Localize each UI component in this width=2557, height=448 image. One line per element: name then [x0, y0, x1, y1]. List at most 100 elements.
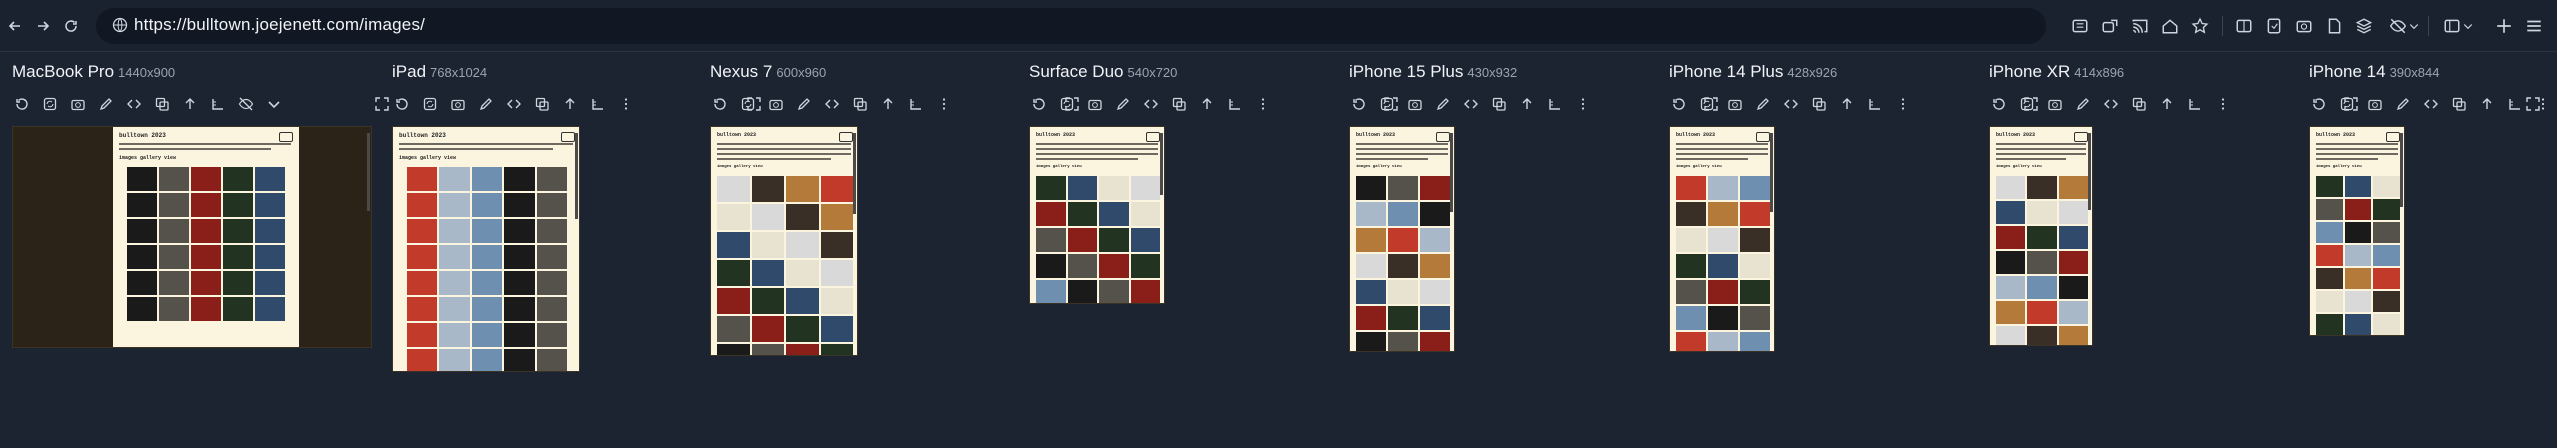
gallery-thumbnail[interactable]	[1356, 332, 1386, 351]
add-icon[interactable]	[2494, 16, 2514, 36]
gallery-thumbnail[interactable]	[255, 167, 285, 191]
code-icon[interactable]	[1141, 94, 1161, 114]
expand-icon[interactable]	[372, 94, 392, 114]
sync-icon[interactable]	[1377, 94, 1397, 114]
gallery-thumbnail[interactable]	[2058, 276, 2088, 299]
gallery-thumbnail[interactable]	[407, 167, 438, 191]
gallery-thumbnail[interactable]	[2344, 176, 2372, 197]
gallery-thumbnail[interactable]	[1420, 254, 1450, 278]
arrow-up-icon[interactable]	[2157, 94, 2177, 114]
gallery-thumbnail[interactable]	[1420, 306, 1450, 330]
page-icon[interactable]	[2324, 16, 2344, 36]
arrow-up-icon[interactable]	[878, 94, 898, 114]
gallery-thumbnail[interactable]	[2373, 199, 2400, 220]
gallery-thumbnail[interactable]	[1708, 254, 1738, 278]
gallery-thumbnail[interactable]	[786, 344, 819, 355]
preview-scrollbar[interactable]	[1450, 133, 1453, 212]
gallery-thumbnail[interactable]	[1420, 176, 1450, 200]
gallery-thumbnail[interactable]	[159, 297, 189, 321]
gallery-thumbnail[interactable]	[1356, 280, 1386, 304]
gallery-thumbnail[interactable]	[223, 167, 253, 191]
pen-icon[interactable]	[1753, 94, 1773, 114]
gallery-thumbnail[interactable]	[1676, 306, 1706, 330]
gallery-thumbnail[interactable]	[127, 271, 157, 295]
gallery-thumbnail[interactable]	[717, 344, 750, 355]
copy-icon[interactable]	[1489, 94, 1509, 114]
share-icon[interactable]	[2100, 16, 2120, 36]
preview-scrollbar[interactable]	[367, 133, 370, 211]
gallery-thumbnail[interactable]	[439, 349, 470, 371]
gallery-thumbnail[interactable]	[751, 288, 784, 314]
gallery-thumbnail[interactable]	[2316, 199, 2343, 220]
gallery-thumbnail[interactable]	[2373, 314, 2400, 335]
gallery-thumbnail[interactable]	[1708, 202, 1738, 226]
pen-icon[interactable]	[476, 94, 496, 114]
rotate-icon[interactable]	[1669, 94, 1689, 114]
gallery-thumbnail[interactable]	[1996, 326, 2026, 345]
forward-icon[interactable]	[30, 13, 56, 39]
device-preview[interactable]: bulltown 2023 images gallery view	[1029, 126, 1165, 304]
gallery-thumbnail[interactable]	[1708, 332, 1738, 351]
code-icon[interactable]	[822, 94, 842, 114]
gallery-thumbnail[interactable]	[2344, 199, 2372, 220]
gallery-thumbnail[interactable]	[127, 167, 157, 191]
cast-icon[interactable]	[2130, 16, 2150, 36]
gallery-thumbnail[interactable]	[2373, 268, 2400, 289]
gallery-thumbnail[interactable]	[751, 316, 784, 342]
gallery-thumbnail[interactable]	[717, 288, 750, 314]
gallery-thumbnail[interactable]	[504, 167, 535, 191]
gallery-thumbnail[interactable]	[786, 204, 819, 230]
gallery-thumbnail[interactable]	[1130, 176, 1160, 200]
gallery-thumbnail[interactable]	[191, 219, 221, 243]
gallery-thumbnail[interactable]	[407, 323, 438, 347]
gallery-thumbnail[interactable]	[1420, 332, 1450, 351]
gallery-thumbnail[interactable]	[1036, 254, 1066, 278]
gallery-thumbnail[interactable]	[820, 316, 853, 342]
dots-icon[interactable]	[1253, 94, 1273, 114]
gallery-thumbnail[interactable]	[407, 297, 438, 321]
ruler-icon[interactable]	[1545, 94, 1565, 114]
gallery-thumbnail[interactable]	[159, 167, 189, 191]
gallery-thumbnail[interactable]	[504, 271, 535, 295]
gallery-thumbnail[interactable]	[504, 193, 535, 217]
gallery-thumbnail[interactable]	[2344, 291, 2372, 312]
gallery-thumbnail[interactable]	[1996, 276, 2026, 299]
eye-off-icon[interactable]	[2388, 16, 2408, 36]
gallery-thumbnail[interactable]	[471, 323, 503, 347]
gallery-thumbnail[interactable]	[1067, 254, 1097, 278]
gallery-thumbnail[interactable]	[1067, 228, 1097, 252]
gallery-thumbnail[interactable]	[536, 297, 567, 321]
camera-icon[interactable]	[448, 94, 468, 114]
gallery-thumbnail[interactable]	[504, 297, 535, 321]
device-preview[interactable]: bulltown 2023 images gallery view	[710, 126, 858, 356]
screenshot-icon[interactable]	[2294, 16, 2314, 36]
gallery-thumbnail[interactable]	[1067, 176, 1097, 200]
gallery-thumbnail[interactable]	[439, 167, 470, 191]
gallery-thumbnail[interactable]	[1708, 176, 1738, 200]
gallery-thumbnail[interactable]	[1036, 202, 1066, 226]
gallery-thumbnail[interactable]	[127, 219, 157, 243]
gallery-thumbnail[interactable]	[536, 323, 567, 347]
reload-icon[interactable]	[58, 13, 84, 39]
gallery-thumbnail[interactable]	[1099, 280, 1129, 303]
gallery-thumbnail[interactable]	[471, 193, 503, 217]
rotate-icon[interactable]	[1349, 94, 1369, 114]
gallery-thumbnail[interactable]	[717, 232, 750, 258]
camera-icon[interactable]	[1085, 94, 1105, 114]
pen-icon[interactable]	[1113, 94, 1133, 114]
home-icon[interactable]	[2160, 16, 2180, 36]
code-icon[interactable]	[504, 94, 524, 114]
gallery-thumbnail[interactable]	[536, 193, 567, 217]
gallery-thumbnail[interactable]	[1099, 176, 1129, 200]
copy-icon[interactable]	[1169, 94, 1189, 114]
gallery-thumbnail[interactable]	[536, 271, 567, 295]
camera-icon[interactable]	[1725, 94, 1745, 114]
gallery-thumbnail[interactable]	[159, 245, 189, 269]
gallery-thumbnail[interactable]	[1036, 228, 1066, 252]
gallery-thumbnail[interactable]	[255, 297, 285, 321]
gallery-thumbnail[interactable]	[471, 245, 503, 269]
expand-icon[interactable]	[2523, 94, 2543, 114]
gallery-thumbnail[interactable]	[1740, 176, 1770, 200]
gallery-thumbnail[interactable]	[159, 219, 189, 243]
ruler-icon[interactable]	[2505, 94, 2525, 114]
